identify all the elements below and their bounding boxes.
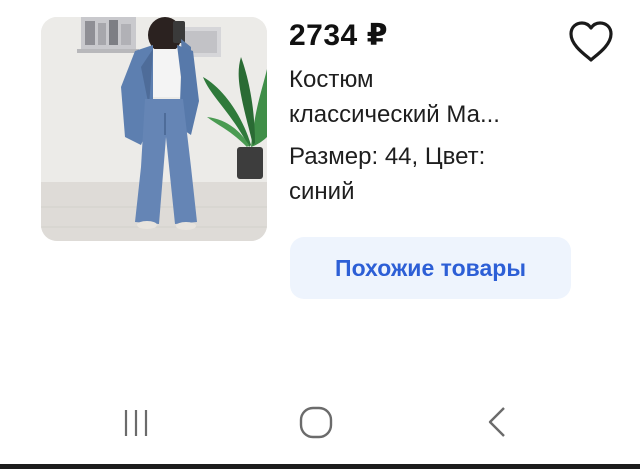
order-item-screen: 2734 ₽ Костюм классический Ма... Размер:… [0, 0, 640, 469]
recent-apps-icon [124, 410, 148, 436]
recent-apps-button[interactable] [106, 400, 166, 444]
product-title[interactable]: Костюм классический Ма... [289, 62, 559, 132]
product-price: 2734 ₽ [289, 19, 388, 52]
home-icon [299, 406, 333, 439]
product-image[interactable] [41, 17, 267, 241]
favorite-button[interactable] [567, 20, 615, 64]
product-size-color: Размер: 44, Цвет: [289, 143, 486, 170]
similar-products-button[interactable]: Похожие товары [290, 237, 571, 299]
product-photo [41, 17, 267, 241]
system-navigation-bar [0, 380, 640, 465]
screen-bottom-edge [0, 464, 640, 469]
heart-outline-icon [569, 21, 613, 62]
product-color-value: синий [289, 178, 355, 205]
back-button[interactable] [466, 400, 526, 444]
product-attributes: Размер: 44, Цвет: синий [289, 139, 559, 209]
product-title-line-2: классический Ма... [289, 101, 500, 128]
back-icon [488, 407, 505, 437]
product-title-line-1: Костюм [289, 66, 374, 93]
home-button[interactable] [286, 400, 346, 444]
